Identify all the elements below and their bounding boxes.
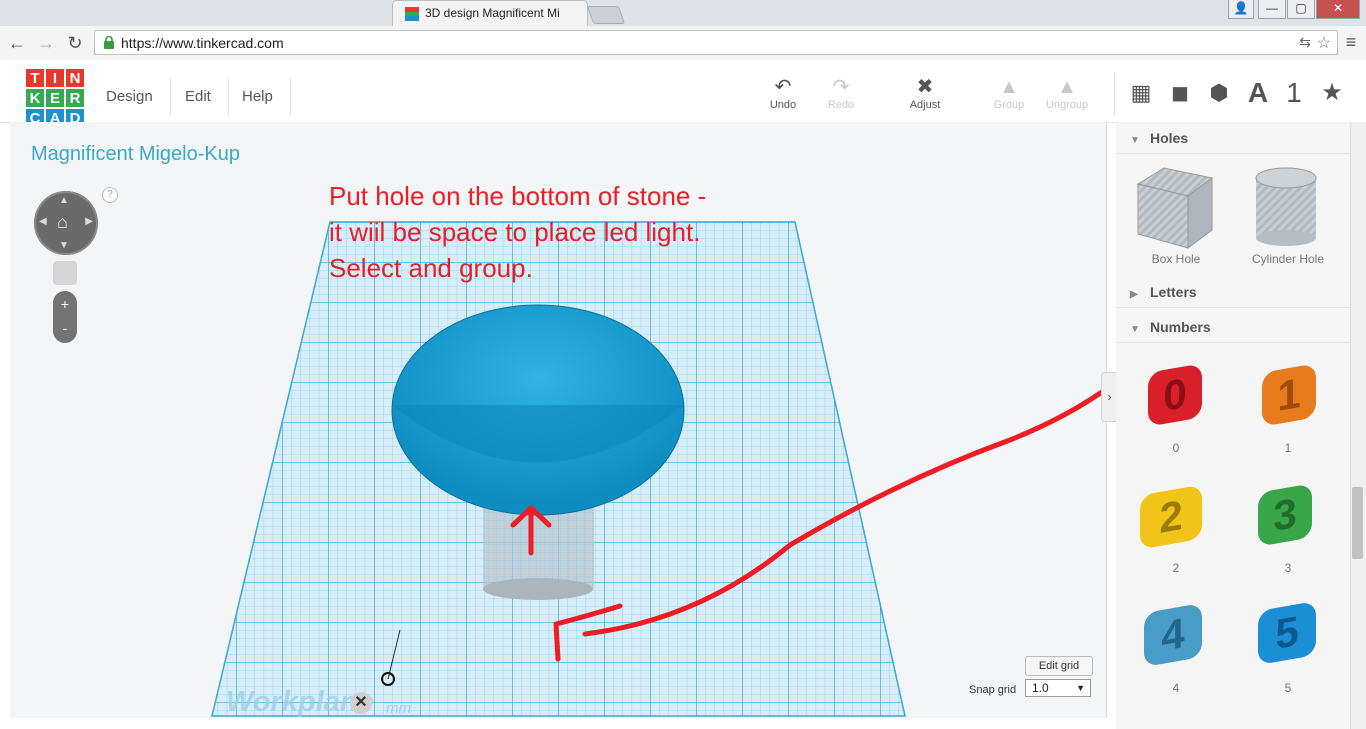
zoom-out-button[interactable]: - bbox=[53, 320, 77, 336]
zoom-in-button[interactable]: + bbox=[53, 296, 77, 312]
chrome-menu-icon[interactable]: ≡ bbox=[1343, 32, 1359, 52]
grid-tab-icon[interactable]: ▦ bbox=[1125, 76, 1157, 110]
bookmark-star-icon[interactable]: ☆ bbox=[1317, 33, 1331, 53]
edit-grid-button[interactable]: Edit grid bbox=[1025, 656, 1093, 676]
number-1-label: 1 bbox=[1284, 441, 1292, 455]
section-numbers[interactable]: ▼ Numbers bbox=[1116, 311, 1350, 343]
tutorial-annotation: Put hole on the bottom of stone - it wii… bbox=[329, 181, 707, 283]
number-2-label: 2 bbox=[1172, 561, 1180, 575]
number-0-label: 0 bbox=[1172, 441, 1180, 455]
scrollbar-thumb[interactable] bbox=[1352, 487, 1363, 559]
snap-grid-label: Snap grid bbox=[969, 684, 1017, 696]
design-title[interactable]: Magnificent Migelo-Kup bbox=[31, 143, 240, 166]
section-letters-label: Letters bbox=[1150, 284, 1197, 300]
home-view-icon[interactable]: ⌂ bbox=[57, 212, 68, 233]
number-3-label: 3 bbox=[1284, 561, 1292, 575]
panel-scrollbar[interactable] bbox=[1350, 122, 1366, 729]
number-5-label: 5 bbox=[1284, 681, 1292, 695]
chevron-down-icon: ▼ bbox=[1076, 683, 1085, 693]
number-2-thumb[interactable]: 2 bbox=[1140, 484, 1204, 550]
view-orbit-control[interactable]: ▲ ▼ ◀ ▶ ⌂ bbox=[34, 191, 98, 255]
translate-icon[interactable]: ⇆ bbox=[1299, 34, 1311, 51]
box-hole-label: Box Hole bbox=[1151, 252, 1201, 266]
number-3-thumb[interactable]: 3 bbox=[1258, 483, 1314, 547]
maximize-button[interactable]: ▢ bbox=[1287, 0, 1315, 19]
box-hole-thumb[interactable] bbox=[1132, 164, 1216, 252]
orbit-right-icon[interactable]: ▶ bbox=[85, 216, 93, 227]
number-0-shape: 0 bbox=[1148, 363, 1202, 427]
favorites-tab[interactable]: ★ bbox=[1316, 76, 1348, 110]
toolbar-divider bbox=[1114, 72, 1115, 116]
number-5-shape: 5 bbox=[1258, 600, 1316, 666]
fit-view-cube-icon[interactable] bbox=[53, 261, 77, 285]
number-3-shape: 3 bbox=[1258, 483, 1312, 547]
close-icon[interactable]: ✕ bbox=[350, 692, 372, 714]
number-4-thumb[interactable]: 4 bbox=[1144, 602, 1204, 668]
user-icon[interactable]: 👤 bbox=[1228, 0, 1254, 19]
snap-grid-value: 1.0 bbox=[1032, 681, 1049, 695]
workplane-scene bbox=[211, 221, 1110, 717]
section-holes-label: Holes bbox=[1150, 130, 1189, 146]
letters-tab[interactable]: A bbox=[1242, 76, 1274, 110]
orbit-left-icon[interactable]: ◀ bbox=[39, 216, 47, 227]
numbers-tab[interactable]: 1 bbox=[1278, 76, 1310, 110]
section-numbers-label: Numbers bbox=[1150, 319, 1211, 335]
cylinder-hole-thumb[interactable] bbox=[1252, 166, 1320, 246]
section-letters[interactable]: ▶ Letters bbox=[1116, 276, 1350, 308]
snap-grid-select[interactable]: 1.0 ▼ bbox=[1025, 679, 1091, 697]
number-4-label: 4 bbox=[1172, 681, 1180, 695]
number-1-thumb[interactable]: 1 bbox=[1262, 363, 1318, 427]
orbit-down-icon[interactable]: ▼ bbox=[59, 240, 69, 251]
chevron-down-icon: ▼ bbox=[1130, 324, 1140, 335]
section-holes[interactable]: ▼ Holes bbox=[1116, 122, 1350, 154]
zoom-control: + - bbox=[53, 291, 77, 343]
minimize-button[interactable]: — bbox=[1258, 0, 1286, 19]
number-4-shape: 4 bbox=[1144, 602, 1202, 668]
unit-label: mm bbox=[386, 700, 411, 717]
chevron-down-icon: ▼ bbox=[1130, 135, 1140, 146]
cylinder-hole-label: Cylinder Hole bbox=[1251, 252, 1325, 266]
orbit-up-icon[interactable]: ▲ bbox=[59, 195, 69, 206]
help-icon[interactable]: ? bbox=[102, 187, 118, 203]
shapes-cube-tab-icon[interactable]: ◼ bbox=[1164, 76, 1196, 110]
stone-dome-shape bbox=[391, 304, 685, 516]
number-2-shape: 2 bbox=[1140, 484, 1202, 550]
chevron-right-icon: ▶ bbox=[1130, 289, 1138, 300]
collapse-panel-button[interactable]: › bbox=[1101, 372, 1117, 422]
number-1-shape: 1 bbox=[1262, 363, 1316, 427]
number-5-thumb[interactable]: 5 bbox=[1258, 600, 1318, 666]
close-window-button[interactable]: ✕ bbox=[1316, 0, 1360, 19]
components-tab-icon[interactable]: ⬢ bbox=[1203, 76, 1235, 110]
number-0-thumb[interactable]: 0 bbox=[1148, 363, 1204, 427]
